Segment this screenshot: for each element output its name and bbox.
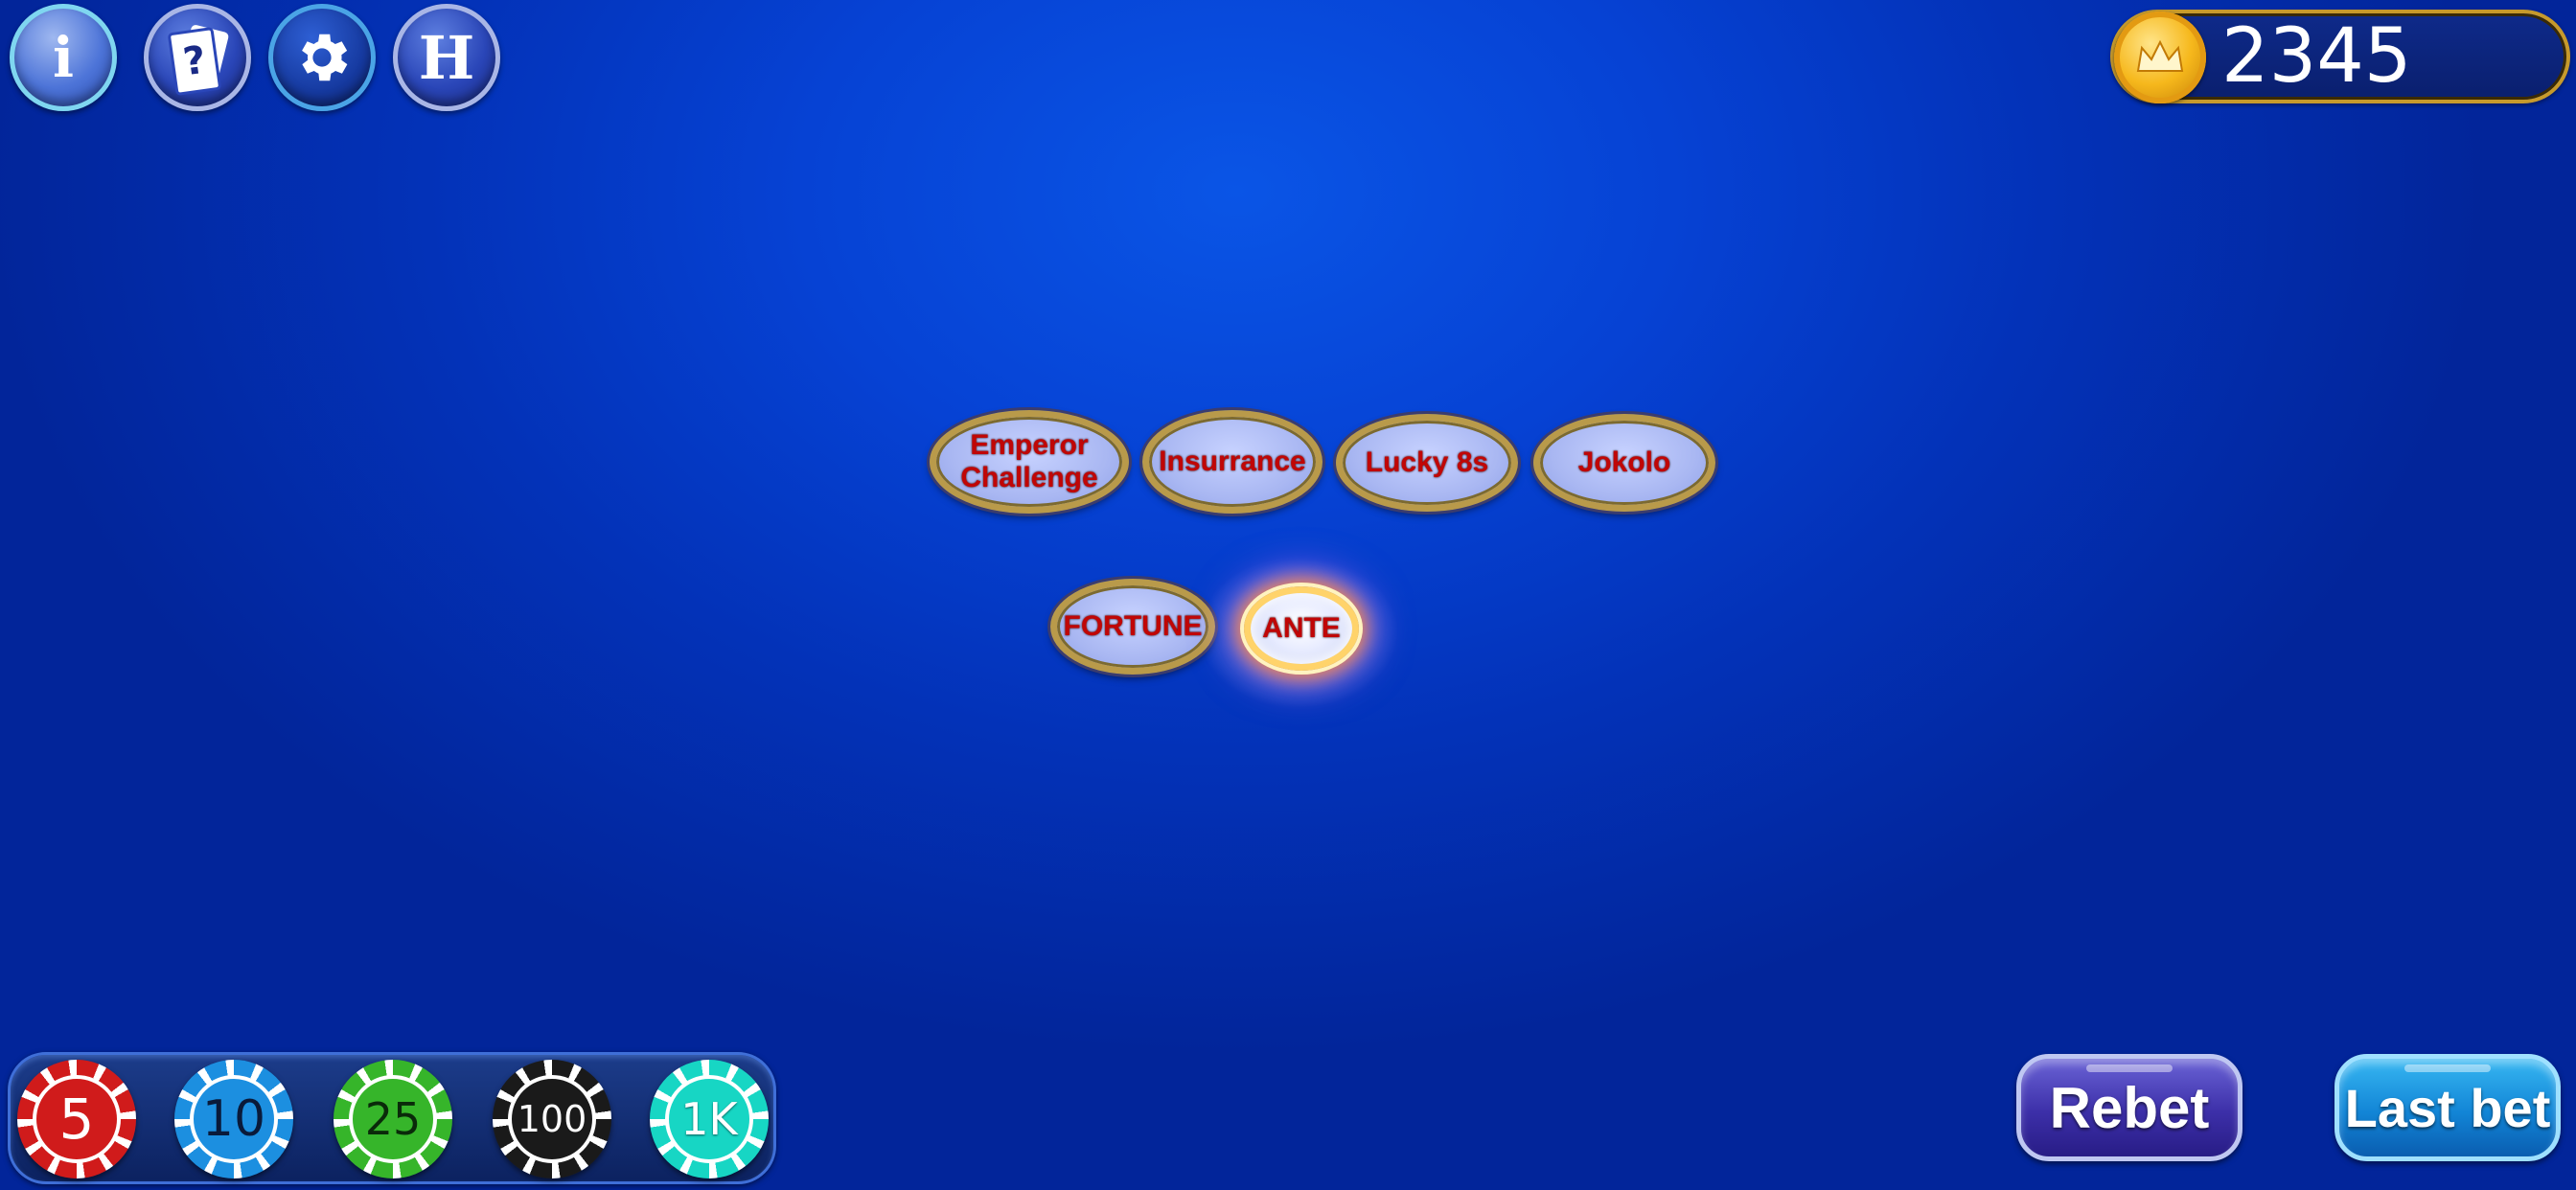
chip-10[interactable]: 10 bbox=[174, 1060, 293, 1179]
bet-spot-jokolo[interactable]: Jokolo bbox=[1533, 414, 1715, 512]
chip-label: 5 bbox=[58, 1087, 95, 1152]
info-icon: i bbox=[52, 25, 75, 90]
bet-spot-fortune[interactable]: FORTUNE bbox=[1050, 579, 1215, 675]
question-mark: ? bbox=[180, 37, 209, 85]
history-button[interactable]: H bbox=[393, 4, 500, 111]
chip-label: 25 bbox=[364, 1093, 422, 1145]
bet-spot-insurrance[interactable]: Insurrance bbox=[1142, 410, 1322, 514]
chip-label: 1K bbox=[680, 1093, 738, 1145]
bet-spot-emperor-challenge[interactable]: Emperor Challenge bbox=[930, 410, 1129, 514]
bet-spot-label: Lucky 8s bbox=[1365, 446, 1489, 478]
last-bet-button[interactable]: Last bet bbox=[2334, 1054, 2561, 1161]
history-icon: H bbox=[418, 22, 475, 93]
bet-spot-label: Jokolo bbox=[1577, 446, 1671, 478]
chip-label: 100 bbox=[517, 1098, 587, 1140]
bet-spot-label: FORTUNE bbox=[1063, 610, 1203, 642]
crown-icon bbox=[2136, 39, 2184, 72]
rules-button[interactable]: ? bbox=[144, 4, 251, 111]
chip-25[interactable]: 25 bbox=[334, 1060, 452, 1179]
bet-spot-lucky-8s[interactable]: Lucky 8s bbox=[1336, 414, 1518, 512]
bet-spot-ante[interactable]: ANTE bbox=[1244, 586, 1359, 671]
gear-icon bbox=[302, 34, 348, 81]
settings-button[interactable] bbox=[268, 4, 376, 111]
bet-spot-label: Insurrance bbox=[1159, 446, 1306, 477]
chip-1k[interactable]: 1K bbox=[650, 1060, 769, 1179]
chip-5[interactable]: 5 bbox=[17, 1060, 136, 1179]
balance-value: 2345 bbox=[2221, 13, 2412, 100]
rebet-button[interactable]: Rebet bbox=[2016, 1054, 2242, 1161]
bet-spot-label: Emperor Challenge bbox=[960, 429, 1098, 493]
rebet-label: Rebet bbox=[2049, 1075, 2210, 1140]
info-button[interactable]: i bbox=[10, 4, 117, 111]
last-bet-label: Last bet bbox=[2344, 1077, 2551, 1138]
bet-spot-label: ANTE bbox=[1262, 612, 1341, 644]
crown-coin-icon bbox=[2114, 11, 2206, 103]
chip-100[interactable]: 100 bbox=[493, 1060, 611, 1179]
cards-help-icon: ? bbox=[164, 22, 231, 97]
chip-label: 10 bbox=[201, 1090, 266, 1148]
